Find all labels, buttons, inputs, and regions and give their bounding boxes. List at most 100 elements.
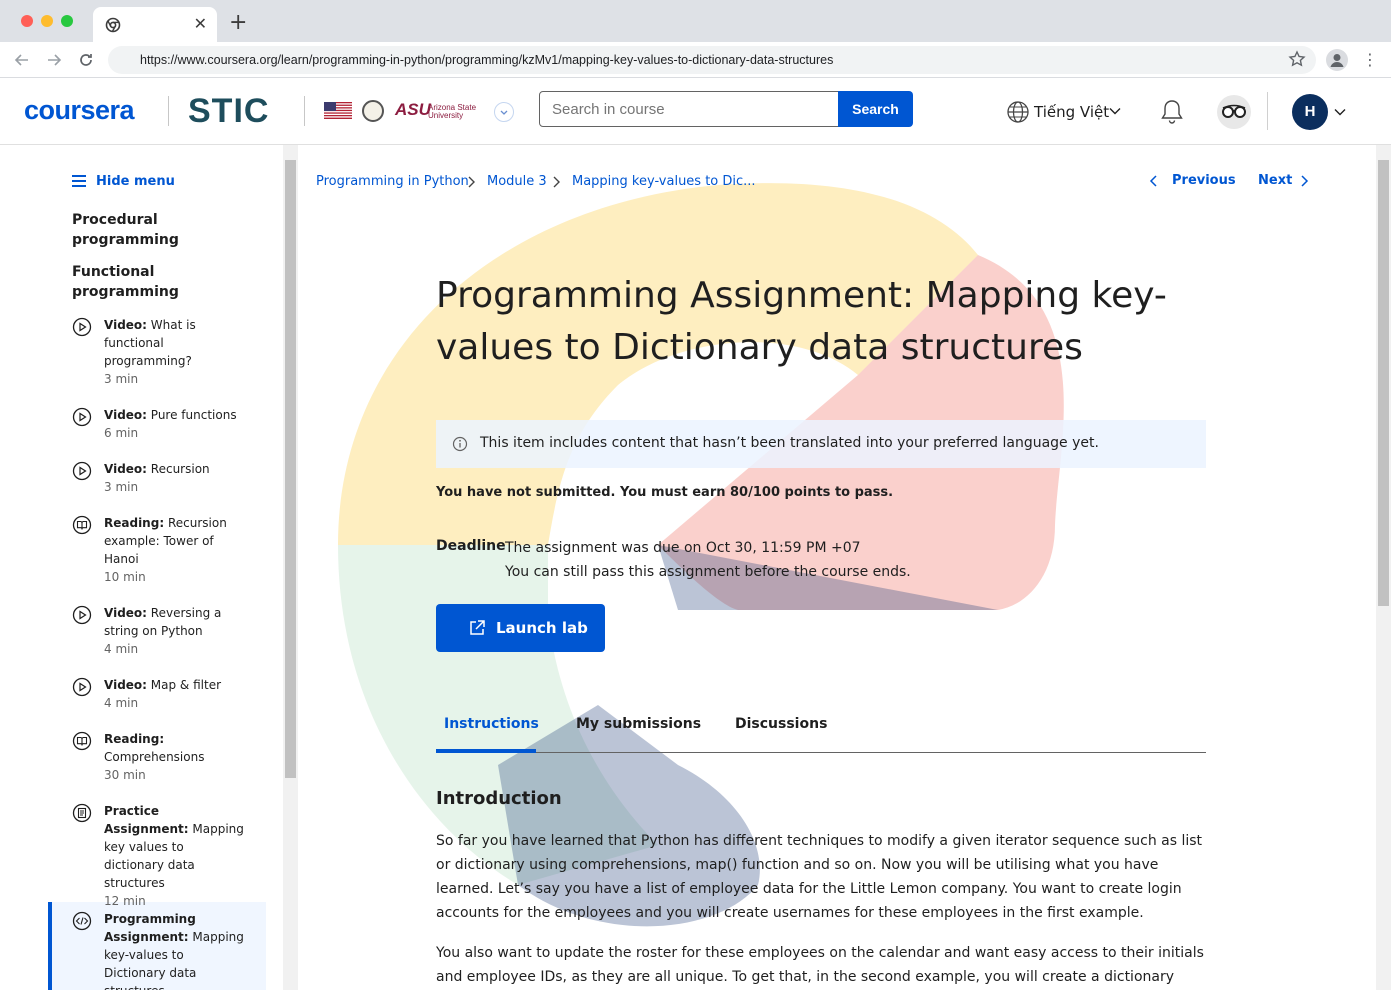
- notifications-bell-icon[interactable]: [1159, 98, 1185, 126]
- url-text: https://www.coursera.org/learn/programmi…: [140, 53, 834, 67]
- language-label: Tiếng Việt: [1034, 103, 1110, 121]
- item-duration: 30 min: [104, 768, 146, 782]
- bookmark-star-icon[interactable]: [1288, 50, 1306, 68]
- partner-dropdown-button[interactable]: [494, 102, 514, 122]
- stic-logo[interactable]: STIC: [188, 92, 269, 131]
- coursera-logo[interactable]: coursera: [24, 95, 135, 126]
- play-icon: [72, 317, 92, 337]
- sidebar-item-programming-assignment-active[interactable]: Programming Assignment: Mapping key-valu…: [72, 910, 262, 990]
- browser-tab[interactable]: ✕: [93, 7, 217, 42]
- header-divider: [304, 96, 305, 126]
- tab-instructions[interactable]: Instructions: [444, 716, 539, 732]
- main-content: Programming in Python Module 3 Mapping k…: [298, 145, 1376, 990]
- close-window-button[interactable]: [21, 15, 33, 27]
- sidebar-item-map-filter[interactable]: Video: Map & filter 4 min: [72, 676, 262, 716]
- item-type: Video:: [104, 408, 147, 422]
- deadline-label: Deadline: [436, 538, 506, 554]
- book-icon: [72, 515, 92, 535]
- new-tab-icon[interactable]: +: [229, 11, 247, 35]
- item-type: Programming Assignment:: [104, 912, 196, 944]
- chevron-left-icon: [1149, 175, 1157, 187]
- coach-avatar-icon[interactable]: [1217, 95, 1251, 129]
- minimize-window-button[interactable]: [41, 15, 53, 27]
- chevron-right-icon: [1301, 175, 1309, 187]
- search-input[interactable]: [539, 91, 839, 127]
- state-department-seal-icon: [362, 100, 384, 122]
- hide-menu-label: Hide menu: [96, 174, 175, 189]
- chrome-icon: [105, 17, 121, 33]
- intro-paragraph-2: You also want to update the roster for t…: [436, 945, 1204, 985]
- launch-lab-label: Launch lab: [496, 619, 588, 637]
- item-title: Pure functions: [150, 408, 237, 422]
- external-link-icon: [470, 620, 485, 635]
- chevron-down-icon: [500, 110, 508, 115]
- play-icon: [72, 605, 92, 625]
- section-functional[interactable]: Functional programming: [72, 262, 222, 302]
- sidebar-item-practice-assignment[interactable]: Practice Assignment: Mapping key values …: [72, 802, 262, 908]
- globe-icon: [1007, 101, 1029, 123]
- play-icon: [72, 407, 92, 427]
- page-title: Programming Assignment: Mapping key-valu…: [436, 275, 1167, 368]
- sidebar-scrollbar-thumb[interactable]: [285, 160, 296, 778]
- active-tab-indicator: [436, 749, 536, 753]
- translation-notice: This item includes content that hasn’t b…: [436, 420, 1206, 468]
- asu-logo-subtitle: Arizona State University: [428, 103, 477, 120]
- browser-tab-bar: ✕ +: [0, 0, 1391, 42]
- item-type: Practice Assignment:: [104, 804, 189, 836]
- sidebar-item-what-is-functional-programming[interactable]: Video: What is functional programming? 3 …: [72, 316, 262, 388]
- launch-lab-button[interactable]: Launch lab: [436, 604, 605, 652]
- item-type: Reading:: [104, 732, 165, 746]
- item-title: Comprehensions: [104, 750, 205, 764]
- section-procedural[interactable]: Procedural programming: [72, 210, 222, 250]
- tab-my-submissions[interactable]: My submissions: [576, 716, 701, 732]
- header-divider: [168, 96, 169, 126]
- item-type: Video:: [104, 606, 147, 620]
- main-scrollbar-thumb[interactable]: [1378, 160, 1389, 606]
- introduction-heading: Introduction: [436, 788, 562, 809]
- us-flag-icon: [324, 102, 352, 119]
- browser-toolbar: https://www.coursera.org/learn/programmi…: [0, 42, 1391, 78]
- item-duration: 6 min: [104, 426, 139, 440]
- breadcrumb-module[interactable]: Module 3: [487, 174, 547, 189]
- previous-label: Previous: [1172, 173, 1236, 188]
- browser-menu-icon[interactable]: ⋮: [1362, 50, 1378, 70]
- address-bar[interactable]: https://www.coursera.org/learn/programmi…: [108, 46, 1316, 74]
- play-icon: [72, 461, 92, 481]
- item-duration: 10 min: [104, 570, 146, 584]
- sidebar-item-comprehensions[interactable]: Reading: Comprehensions 30 min: [72, 730, 262, 788]
- close-tab-icon[interactable]: ✕: [194, 14, 207, 34]
- maximize-window-button[interactable]: [61, 15, 73, 27]
- play-icon: [72, 677, 92, 697]
- user-avatar[interactable]: H: [1292, 94, 1328, 130]
- item-type: Video:: [104, 462, 147, 476]
- breadcrumb-course[interactable]: Programming in Python: [316, 174, 469, 189]
- intro-paragraph-1: So far you have learned that Python has …: [436, 833, 1203, 921]
- tab-discussions[interactable]: Discussions: [735, 716, 827, 732]
- asu-logo: ASU: [395, 100, 431, 119]
- item-duration: 12 min: [104, 894, 146, 908]
- back-icon[interactable]: [12, 50, 32, 70]
- item-duration: 4 min: [104, 696, 139, 710]
- sidebar-item-reversing-string[interactable]: Video: Reversing a string on Python 4 min: [72, 604, 262, 662]
- course-sidebar: Hide menu Procedural programming Functio…: [0, 145, 283, 990]
- breadcrumb-current[interactable]: Mapping key-values to Dic...: [572, 174, 756, 189]
- deadline-date: The assignment was due on Oct 30, 11:59 …: [505, 540, 861, 556]
- item-type: Reading:: [104, 516, 165, 530]
- hamburger-icon: [72, 175, 86, 187]
- chevron-right-icon: [553, 176, 560, 188]
- reload-icon[interactable]: [76, 50, 96, 70]
- header-divider: [1267, 92, 1268, 130]
- chevron-down-icon[interactable]: [1333, 105, 1347, 119]
- browser-profile-icon[interactable]: [1326, 49, 1348, 71]
- sidebar-item-tower-of-hanoi[interactable]: Reading: Recursion example: Tower of Han…: [72, 514, 262, 586]
- sidebar-item-pure-functions[interactable]: Video: Pure functions 6 min: [72, 406, 262, 446]
- item-type: Video:: [104, 678, 147, 692]
- assignment-icon: [72, 803, 92, 823]
- search-button[interactable]: Search: [838, 91, 913, 127]
- next-label: Next: [1258, 173, 1293, 188]
- submission-status: You have not submitted. You must earn 80…: [436, 485, 894, 500]
- item-title: Map & filter: [150, 678, 222, 692]
- forward-icon[interactable]: [44, 50, 64, 70]
- content-tabs: Instructions My submissions Discussions: [436, 705, 1206, 753]
- sidebar-item-recursion[interactable]: Video: Recursion 3 min: [72, 460, 262, 500]
